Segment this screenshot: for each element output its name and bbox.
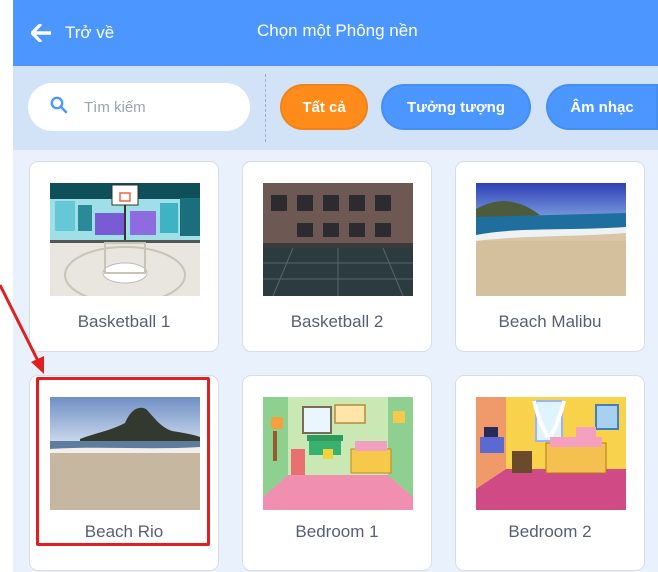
filter-bar: Tất cả Tưởng tượng Âm nhạc — [13, 66, 658, 150]
backdrop-thumbnail — [50, 183, 200, 296]
header-bar: Trở về Chọn một Phông nền — [13, 0, 658, 66]
backdrop-card-basketball-2[interactable]: Basketball 2 — [242, 161, 432, 352]
annotation-arrow-icon — [0, 284, 44, 374]
backdrop-name: Bedroom 1 — [295, 522, 379, 541]
filter-all[interactable]: Tất cả — [280, 84, 368, 130]
backdrop-thumbnail — [263, 397, 413, 510]
backdrop-card-bedroom-2[interactable]: Bedroom 2 — [455, 375, 645, 571]
backdrop-name: Bedroom 2 — [508, 522, 592, 541]
backdrop-thumbnail — [476, 183, 626, 296]
backdrop-name: Basketball 2 — [290, 312, 384, 331]
backdrop-thumbnail — [263, 183, 413, 296]
backdrop-name: Beach Malibu — [498, 312, 602, 331]
selection-highlight — [36, 377, 210, 546]
back-label: Trở về — [65, 23, 115, 42]
backdrop-thumbnail — [476, 397, 626, 510]
search-input[interactable] — [82, 97, 226, 117]
filter-divider — [265, 74, 266, 142]
filter-fantasy[interactable]: Tưởng tượng — [381, 84, 531, 130]
backdrop-card-beach-malibu[interactable]: Beach Malibu — [455, 161, 645, 352]
search-box[interactable] — [28, 83, 250, 131]
backdrop-card-bedroom-1[interactable]: Bedroom 1 — [242, 375, 432, 571]
filter-music[interactable]: Âm nhạc — [546, 84, 658, 130]
page-title: Chọn một Phông nền — [257, 21, 418, 40]
